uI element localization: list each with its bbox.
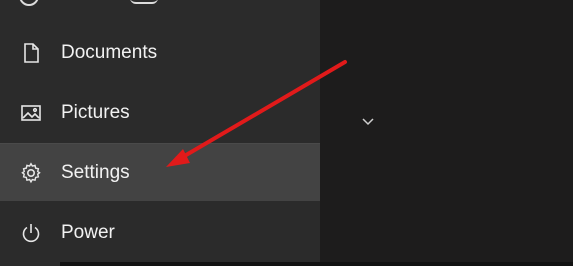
power-icon bbox=[20, 222, 42, 244]
start-menu-item-settings[interactable]: Settings bbox=[0, 143, 320, 201]
settings-label: Settings bbox=[61, 161, 130, 183]
partial-label bbox=[130, 0, 158, 4]
taskbar-edge bbox=[60, 262, 573, 266]
account-icon bbox=[19, 0, 39, 6]
desktop-area bbox=[320, 0, 573, 266]
pictures-icon bbox=[20, 102, 42, 124]
chevron-down-icon[interactable] bbox=[361, 116, 375, 126]
power-label: Power bbox=[61, 222, 115, 243]
start-menu-item-pictures[interactable]: Pictures bbox=[0, 84, 320, 142]
documents-label: Documents bbox=[61, 42, 158, 63]
start-menu-item-partial[interactable] bbox=[0, 0, 320, 14]
start-menu: Documents Pictures Settings Power bbox=[0, 0, 320, 266]
gear-icon bbox=[20, 161, 42, 184]
pictures-label: Pictures bbox=[61, 102, 130, 123]
start-menu-item-documents[interactable]: Documents bbox=[0, 24, 320, 82]
start-menu-item-power[interactable]: Power bbox=[0, 204, 320, 262]
document-icon bbox=[20, 42, 42, 64]
